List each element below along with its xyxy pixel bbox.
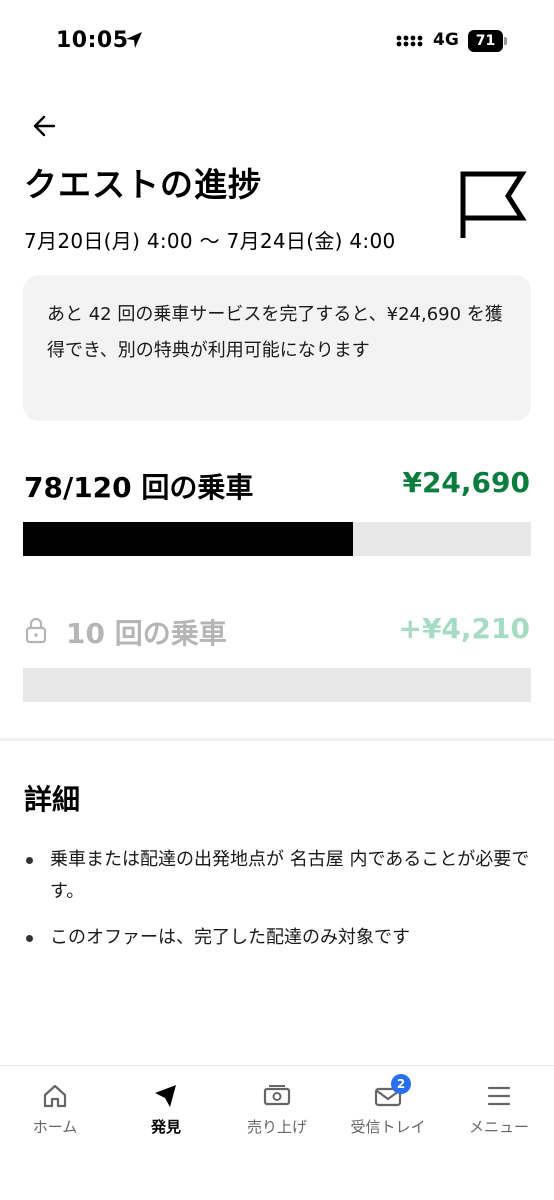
nav-label: 発見 [150, 1118, 181, 1136]
nav-label: ホーム [32, 1118, 78, 1136]
locked-tier-amount: +¥4,210 [398, 612, 530, 645]
lock-icon [25, 617, 47, 644]
signal-icon [396, 35, 423, 47]
nav-item-menu[interactable]: メニュー [444, 1066, 554, 1156]
details-item: このオファーは、完了した配達のみ対象です [24, 922, 530, 954]
nav-label: メニュー [468, 1118, 529, 1136]
info-message: あと 42 回の乗車サービスを完了すると、¥24,690 を獲得でき、別の特典が… [47, 304, 503, 361]
nav-label: 売り上げ [246, 1118, 307, 1136]
back-arrow-icon[interactable] [30, 112, 60, 140]
section-divider [0, 738, 554, 741]
nav-item-inbox[interactable]: 2 受信トレイ [333, 1066, 443, 1156]
info-card: あと 42 回の乗車サービスを完了すると、¥24,690 を獲得でき、別の特典が… [23, 275, 531, 421]
battery-level: 71 [468, 30, 503, 52]
battery-icon: 71 [468, 30, 508, 52]
network-type: 4G [433, 30, 459, 50]
flag-icon [460, 171, 527, 238]
date-range: 7月20日(月) 4:00 〜 7月24日(金) 4:00 [24, 229, 396, 253]
nav-label: 受信トレイ [350, 1118, 426, 1136]
page-title: クエストの進捗 [24, 165, 262, 204]
menu-icon [487, 1086, 511, 1106]
location-arrow-icon [126, 32, 142, 48]
details-list: 乗車または配達の出発地点が 名古屋 内であることが必要です。 このオファーは、完… [24, 844, 530, 968]
nav-item-home[interactable]: ホーム [0, 1066, 110, 1156]
progress-label: 78/120 回の乗車 [24, 471, 254, 504]
compass-icon [155, 1085, 176, 1107]
nav-item-discover[interactable]: 発見 [111, 1066, 221, 1156]
inbox-badge: 2 [391, 1074, 411, 1094]
progress-amount: ¥24,690 [402, 466, 530, 499]
locked-tier-bar [23, 668, 531, 702]
status-time: 10:05 [56, 28, 129, 53]
home-icon [43, 1084, 67, 1108]
details-title: 詳細 [24, 783, 81, 816]
details-item: 乗車または配達の出発地点が 名古屋 内であることが必要です。 [24, 844, 530, 908]
progress-bar [23, 522, 531, 556]
bottom-nav: ホーム 発見 売り上げ 2 受信トレイ メニュー [0, 1065, 554, 1200]
locked-tier-label: 10 回の乗車 [66, 617, 227, 650]
earnings-icon [263, 1085, 291, 1106]
progress-bar-fill [23, 522, 354, 556]
nav-item-earnings[interactable]: 売り上げ [222, 1066, 332, 1156]
status-bar: 10:05 4G 71 [0, 0, 554, 84]
